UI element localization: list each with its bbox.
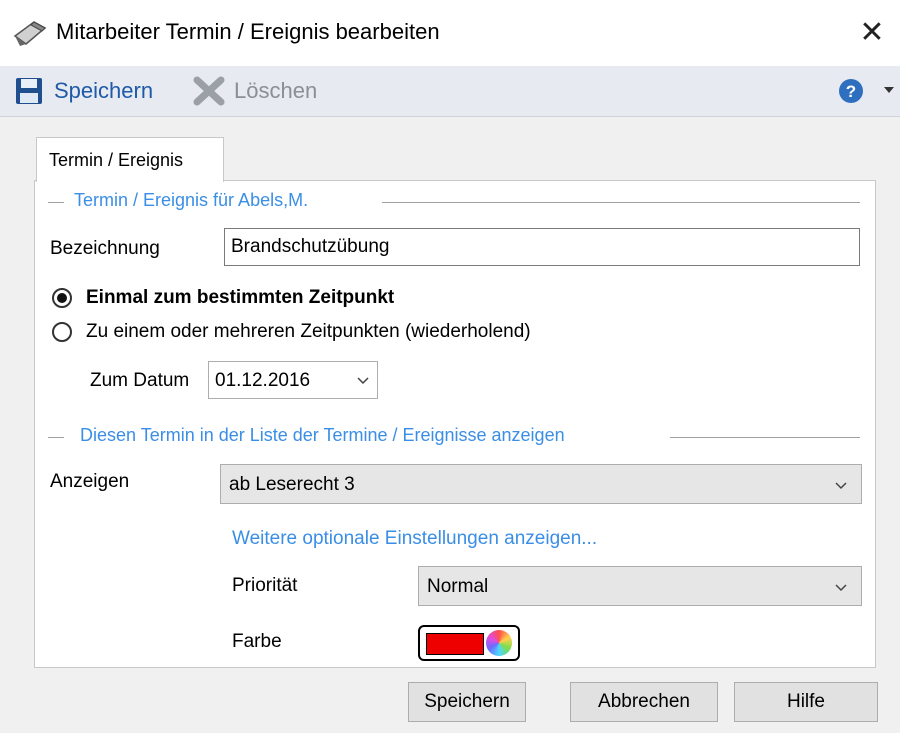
window-title: Mitarbeiter Termin / Ereignis bearbeiten <box>56 19 440 44</box>
tab-label: Termin / Ereignis <box>49 150 184 170</box>
tab-termin-ereignis[interactable]: Termin / Ereignis <box>36 137 224 182</box>
chevron-down-icon <box>835 482 847 490</box>
prioritaet-select[interactable]: Normal <box>418 566 862 606</box>
color-picker-button[interactable] <box>418 625 520 661</box>
group2-title: Diesen Termin in der Liste der Termine /… <box>80 425 565 445</box>
group1-title: Termin / Ereignis für Abels,M. <box>74 190 309 210</box>
toolbar: Speichern Löschen ? <box>0 66 900 117</box>
farbe-label: Farbe <box>232 631 282 652</box>
chevron-down-icon <box>357 377 369 385</box>
radio-repeat-label: Zu einem oder mehreren Zeitpunkten (wied… <box>86 321 531 342</box>
help-icon[interactable]: ? <box>838 78 864 104</box>
save-button[interactable]: Speichern <box>408 682 526 722</box>
radio-once-label: Einmal zum bestimmten Zeitpunkt <box>86 287 395 308</box>
bezeichnung-input[interactable]: Brandschutzübung <box>224 228 860 266</box>
radio-repeat-circle[interactable] <box>52 322 72 342</box>
svg-text:?: ? <box>846 82 856 101</box>
dialog-window: Mitarbeiter Termin / Ereignis bearbeiten… <box>0 0 900 733</box>
radio-once[interactable]: Einmal zum bestimmten Zeitpunkt <box>52 287 394 309</box>
datum-picker[interactable]: 01.12.2016 <box>208 361 378 399</box>
title-bar: Mitarbeiter Termin / Ereignis bearbeiten… <box>0 0 900 66</box>
close-button[interactable]: ✕ <box>850 12 894 56</box>
group1-line-left <box>48 202 64 203</box>
color-swatch <box>426 633 484 655</box>
help-dropdown-arrow-icon[interactable] <box>884 87 894 93</box>
pencil-calendar-icon <box>13 21 47 46</box>
prioritaet-label: Priorität <box>232 575 298 596</box>
radio-repeat[interactable]: Zu einem oder mehreren Zeitpunkten (wied… <box>52 321 531 343</box>
group2-line-right <box>670 437 860 438</box>
toolbar-save-button[interactable]: Speichern <box>14 74 153 108</box>
chevron-down-icon <box>835 584 847 592</box>
group2-line-left <box>48 437 64 438</box>
datum-label: Zum Datum <box>90 370 190 391</box>
bezeichnung-label: Bezeichnung <box>50 238 160 259</box>
anzeigen-select[interactable]: ab Leserecht 3 <box>220 464 862 504</box>
group1-line-right <box>382 202 860 203</box>
prioritaet-value: Normal <box>427 576 489 597</box>
cancel-button[interactable]: Abbrechen <box>570 682 718 722</box>
help-button[interactable]: Hilfe <box>734 682 878 722</box>
datum-value: 01.12.2016 <box>215 370 311 391</box>
delete-x-icon <box>193 76 225 106</box>
color-wheel-icon <box>486 630 512 656</box>
radio-once-circle[interactable] <box>52 288 72 308</box>
toolbar-delete-label: Löschen <box>234 78 318 103</box>
toolbar-delete-button[interactable]: Löschen <box>192 74 317 108</box>
anzeigen-value: ab Leserecht 3 <box>229 474 355 495</box>
floppy-disk-icon <box>16 78 42 104</box>
more-settings-link[interactable]: Weitere optionale Einstellungen anzeigen… <box>232 528 597 550</box>
anzeigen-label: Anzeigen <box>50 471 130 492</box>
toolbar-save-label: Speichern <box>54 78 154 103</box>
